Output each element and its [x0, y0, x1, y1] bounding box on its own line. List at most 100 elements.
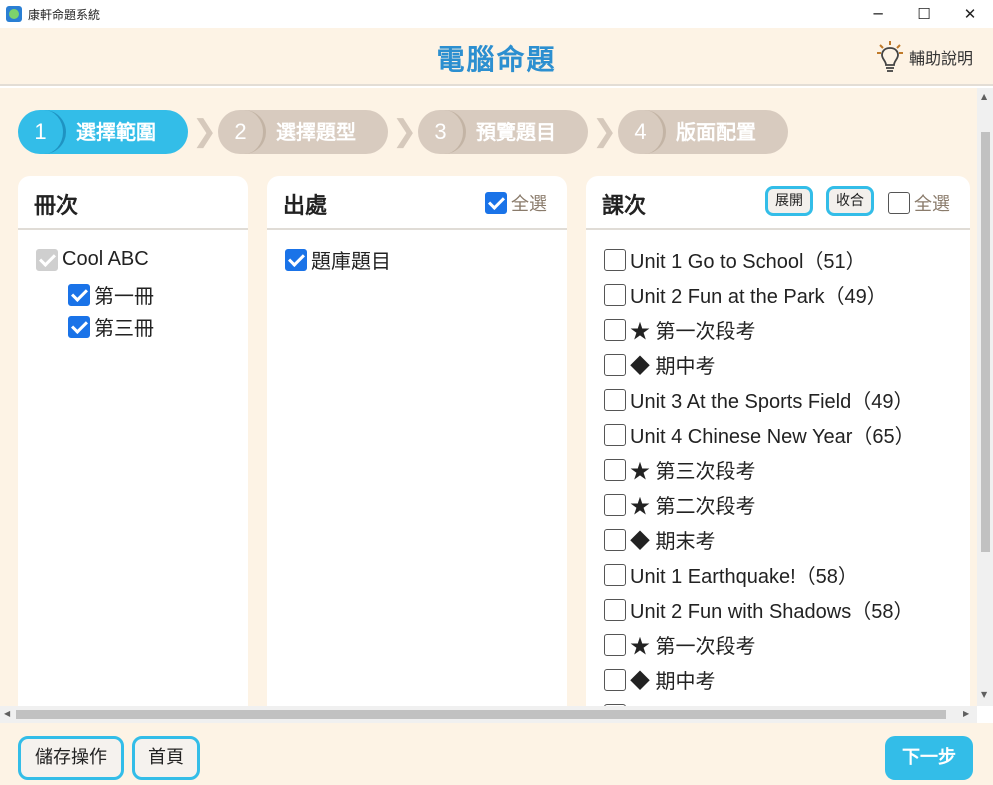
- lesson-label: Unit 1 Go to School（51）: [630, 251, 866, 273]
- lesson-checkbox[interactable]: [604, 563, 626, 586]
- lesson-item[interactable]: Unit 2 Fun at the Park（49）: [604, 277, 970, 312]
- maximize-button[interactable]: ☐: [901, 0, 947, 28]
- select-all-label: 全選: [914, 194, 950, 215]
- lesson-label: ◆ 期中考: [630, 671, 716, 693]
- lesson-checkbox[interactable]: [604, 353, 626, 376]
- volume-checkbox[interactable]: [68, 283, 90, 306]
- vertical-scrollbar[interactable]: ▲ ▼: [977, 88, 993, 706]
- lesson-checkbox[interactable]: [604, 283, 626, 306]
- source-panel-title: 出處: [283, 194, 328, 219]
- lesson-item[interactable]: ★ 第三次段考: [604, 452, 970, 487]
- lesson-list: Unit 1 Go to School（51） Unit 2 Fun at the…: [586, 230, 970, 706]
- volume-label: 第一冊: [94, 286, 154, 308]
- lesson-checkbox[interactable]: [604, 388, 626, 411]
- save-operation-button[interactable]: 儲存操作: [18, 736, 124, 780]
- lessons-select-all[interactable]: 全選: [888, 190, 950, 216]
- volume-item[interactable]: 第三冊: [36, 309, 248, 344]
- chevron-right-icon: ❯: [392, 114, 418, 149]
- volume-label: 第三冊: [94, 318, 154, 340]
- volume-panel: 冊次 Cool ABC 第一冊 第三冊: [18, 176, 248, 706]
- volume-item[interactable]: 第一冊: [36, 277, 248, 312]
- step-number: 2: [218, 110, 266, 154]
- lesson-item[interactable]: ◆ 期中考: [604, 347, 970, 382]
- lesson-item[interactable]: Unit 2 Fun with Shadows（58）: [604, 592, 970, 627]
- step-4-layout[interactable]: 4 版面配置: [618, 110, 788, 154]
- lesson-item[interactable]: ◆ 期中考: [604, 662, 970, 697]
- step-3-preview[interactable]: 3 預覽題目: [418, 110, 588, 154]
- scroll-left-arrow-icon[interactable]: ◀: [4, 709, 10, 718]
- lesson-item[interactable]: Unit 3 The Fun Trip（58）: [604, 697, 970, 706]
- lesson-label: Unit 4 Chinese New Year（65）: [630, 426, 915, 448]
- step-label: 選擇題型: [276, 120, 356, 144]
- lesson-label: ◆ 期中考: [630, 356, 716, 378]
- close-button[interactable]: ✕: [947, 0, 993, 28]
- help-button[interactable]: 輔助說明: [876, 40, 973, 74]
- volume-panel-title: 冊次: [34, 194, 79, 219]
- lessons-panel-title: 課次: [602, 194, 647, 219]
- lesson-checkbox[interactable]: [604, 423, 626, 446]
- source-item[interactable]: 題庫題目: [285, 242, 567, 277]
- lesson-checkbox[interactable]: [604, 458, 626, 481]
- select-all-label: 全選: [511, 194, 547, 215]
- root-checkbox[interactable]: [36, 248, 58, 271]
- lesson-label: Unit 2 Fun at the Park（49）: [630, 286, 887, 308]
- lesson-item[interactable]: ★ 第一次段考: [604, 627, 970, 662]
- lesson-item[interactable]: Unit 3 At the Sports Field（49）: [604, 382, 970, 417]
- lessons-panel: 課次 展開 收合 全選 Unit 1 Go to School（51） Unit …: [586, 176, 970, 706]
- lesson-checkbox[interactable]: [604, 668, 626, 691]
- source-label: 題庫題目: [311, 251, 391, 273]
- volume-root-label: Cool ABC: [62, 248, 149, 270]
- chevron-right-icon: ❯: [192, 114, 218, 149]
- lesson-label: Unit 2 Fun with Shadows（58）: [630, 601, 914, 623]
- lesson-item[interactable]: Unit 1 Earthquake!（58）: [604, 557, 970, 592]
- collapse-button[interactable]: 收合: [826, 186, 874, 216]
- step-2-select-type[interactable]: 2 選擇題型: [218, 110, 388, 154]
- lesson-item[interactable]: ★ 第一次段考: [604, 312, 970, 347]
- help-label: 輔助說明: [908, 49, 973, 68]
- select-all-checkbox[interactable]: [888, 192, 910, 214]
- main-area: 1 選擇範圍 ❯ 2 選擇題型 ❯ 3 預覽題目 ❯ 4 版面配置 冊次 Coo…: [0, 88, 977, 706]
- lesson-checkbox[interactable]: [604, 248, 626, 271]
- scroll-right-arrow-icon[interactable]: ▶: [963, 709, 969, 718]
- next-step-button[interactable]: 下一步: [885, 736, 973, 780]
- lesson-label: ★ 第二次段考: [630, 496, 756, 518]
- lesson-item[interactable]: ★ 第二次段考: [604, 487, 970, 522]
- source-select-all[interactable]: 全選: [485, 190, 547, 216]
- window-title: 康軒命題系統: [28, 7, 101, 22]
- page-title: 電腦命題: [436, 43, 557, 76]
- scroll-up-arrow-icon[interactable]: ▲: [981, 92, 987, 101]
- expand-button[interactable]: 展開: [765, 186, 813, 216]
- step-1-select-range[interactable]: 1 選擇範圍: [18, 110, 188, 154]
- source-panel-header: 出處 全選: [267, 176, 567, 230]
- lesson-checkbox[interactable]: [604, 633, 626, 656]
- app-header: 電腦命題 輔助說明: [0, 28, 993, 86]
- lesson-label: ★ 第一次段考: [630, 321, 756, 343]
- volume-checkbox[interactable]: [68, 315, 90, 338]
- home-button[interactable]: 首頁: [132, 736, 200, 780]
- lesson-checkbox[interactable]: [604, 528, 626, 551]
- lesson-label: Unit 1 Earthquake!（58）: [630, 566, 858, 588]
- lesson-checkbox[interactable]: [604, 318, 626, 341]
- lesson-item[interactable]: Unit 4 Chinese New Year（65）: [604, 417, 970, 452]
- horizontal-scroll-thumb[interactable]: [16, 710, 946, 719]
- source-checkbox[interactable]: [285, 248, 307, 271]
- chevron-right-icon: ❯: [592, 114, 618, 149]
- volume-panel-header: 冊次: [18, 176, 248, 230]
- footer-bar: 儲存操作 首頁 下一步: [0, 723, 993, 785]
- lesson-label: ★ 第三次段考: [630, 461, 756, 483]
- window-titlebar: 康軒命題系統 ─ ☐ ✕: [0, 0, 993, 28]
- volume-root-item[interactable]: Cool ABC: [36, 242, 248, 277]
- step-number: 4: [618, 110, 666, 154]
- step-label: 選擇範圍: [76, 120, 156, 144]
- lesson-item[interactable]: Unit 1 Go to School（51）: [604, 242, 970, 277]
- lightbulb-icon: [876, 41, 903, 72]
- scroll-down-arrow-icon[interactable]: ▼: [981, 690, 987, 699]
- lesson-checkbox[interactable]: [604, 493, 626, 516]
- select-all-checkbox[interactable]: [485, 192, 507, 214]
- lesson-item[interactable]: ◆ 期末考: [604, 522, 970, 557]
- minimize-button[interactable]: ─: [855, 0, 901, 28]
- vertical-scroll-thumb[interactable]: [981, 132, 990, 552]
- app-logo-icon: [6, 6, 22, 22]
- lesson-checkbox[interactable]: [604, 598, 626, 621]
- horizontal-scrollbar[interactable]: ◀ ▶: [0, 706, 977, 723]
